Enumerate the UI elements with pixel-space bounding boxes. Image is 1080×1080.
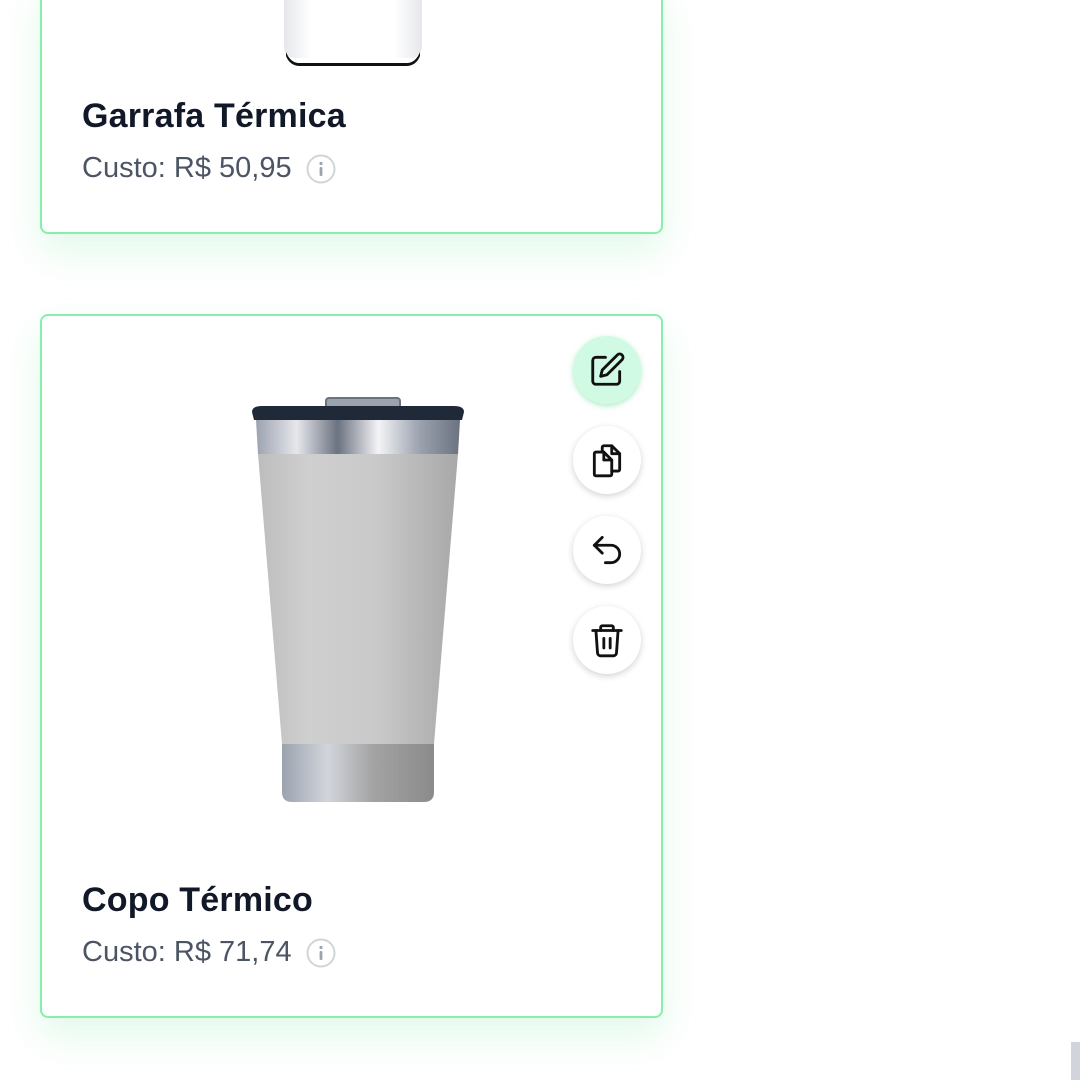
cost-value: R$ 50,95 bbox=[173, 152, 292, 184]
product-image-bottle bbox=[284, 0, 422, 66]
undo-icon bbox=[592, 535, 622, 565]
edit-icon bbox=[591, 352, 625, 386]
edit-button[interactable] bbox=[573, 336, 641, 404]
trash-icon bbox=[591, 624, 623, 658]
product-list: Garrafa Térmica Custo: R$ 50,95 Copo Tér… bbox=[0, 0, 1080, 1080]
info-icon[interactable] bbox=[306, 154, 336, 184]
cost-value: R$ 71,74 bbox=[173, 936, 292, 968]
delete-button[interactable] bbox=[573, 606, 641, 674]
product-title: Copo Térmico bbox=[82, 881, 313, 919]
copy-icon bbox=[592, 444, 622, 478]
product-title: Garrafa Térmica bbox=[82, 97, 346, 135]
cost-label: Custo: bbox=[82, 152, 166, 184]
product-image-tumbler bbox=[252, 397, 464, 802]
product-card-garrafa-termica[interactable]: Garrafa Térmica Custo: R$ 50,95 bbox=[40, 0, 663, 234]
cost-label: Custo: bbox=[82, 936, 166, 968]
card-actions bbox=[573, 336, 641, 674]
product-cost: Custo: R$ 50,95 bbox=[82, 152, 336, 185]
info-icon[interactable] bbox=[306, 938, 336, 968]
cost-text: Custo: R$ 50,95 bbox=[82, 152, 292, 185]
undo-button[interactable] bbox=[573, 516, 641, 584]
product-card-copo-termico[interactable]: Copo Térmico Custo: R$ 71,74 bbox=[40, 314, 663, 1018]
product-cost: Custo: R$ 71,74 bbox=[82, 936, 336, 969]
cost-text: Custo: R$ 71,74 bbox=[82, 936, 292, 969]
scrollbar-thumb[interactable] bbox=[1071, 1042, 1080, 1080]
duplicate-button[interactable] bbox=[573, 426, 641, 494]
